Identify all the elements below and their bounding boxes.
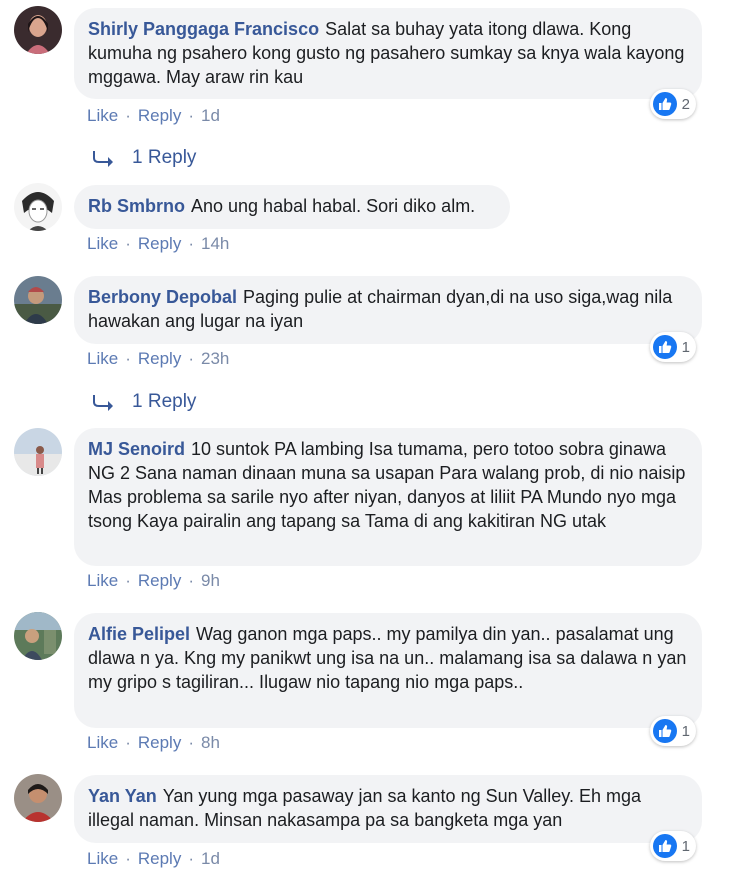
separator: · — [125, 571, 131, 590]
comment-author[interactable]: Berbony Depobal — [88, 287, 237, 307]
comment-bubble: Rb Smbrno Ano ung habal habal. Sori diko … — [74, 185, 510, 229]
separator: · — [125, 234, 131, 253]
separator: · — [188, 106, 194, 125]
thumbs-up-icon — [653, 834, 677, 858]
separator: · — [125, 733, 131, 752]
thumbs-up-icon — [653, 335, 677, 359]
view-replies-label[interactable]: 1 Reply — [132, 389, 196, 415]
reply-button[interactable]: Reply — [138, 234, 181, 253]
like-button[interactable]: Like — [87, 106, 118, 125]
separator: · — [125, 849, 131, 868]
view-replies-link[interactable]: 1 Reply — [92, 145, 196, 171]
comment-text: Ano ung habal habal. Sori diko alm. — [191, 196, 476, 216]
timestamp[interactable]: 14h — [201, 234, 229, 253]
comment-author[interactable]: Yan Yan — [88, 786, 157, 806]
like-button[interactable]: Like — [87, 571, 118, 590]
reaction-number: 1 — [681, 722, 690, 740]
timestamp[interactable]: 1d — [201, 849, 220, 868]
reaction-count[interactable]: 1 — [650, 831, 696, 861]
avatar[interactable] — [14, 428, 62, 476]
avatar[interactable] — [14, 612, 62, 660]
reply-button[interactable]: Reply — [138, 849, 181, 868]
comment-bubble: Berbony Depobal Paging pulie at chairman … — [74, 276, 702, 344]
thumbs-up-icon — [653, 92, 677, 116]
comment-author[interactable]: Shirly Panggaga Francisco — [88, 19, 319, 39]
reply-arrow-icon — [93, 395, 113, 411]
separator: · — [188, 571, 194, 590]
reply-button[interactable]: Reply — [138, 349, 181, 368]
comment-bubble: Yan Yan Yan yung mga pasaway jan sa kanto… — [74, 775, 702, 843]
reaction-number: 2 — [681, 95, 690, 113]
thumbs-up-icon — [653, 719, 677, 743]
reaction-count[interactable]: 2 — [650, 89, 696, 119]
reply-button[interactable]: Reply — [138, 733, 181, 752]
comment-actions: Like · Reply · 23h — [87, 348, 229, 370]
separator: · — [125, 349, 131, 368]
timestamp[interactable]: 8h — [201, 733, 220, 752]
like-button[interactable]: Like — [87, 349, 118, 368]
reply-button[interactable]: Reply — [138, 571, 181, 590]
avatar[interactable] — [14, 6, 62, 54]
separator: · — [188, 849, 194, 868]
view-replies-link[interactable]: 1 Reply — [92, 389, 196, 415]
comment-bubble: Alfie Pelipel Wag ganon mga paps.. my pam… — [74, 613, 702, 728]
separator: · — [188, 234, 194, 253]
reaction-count[interactable]: 1 — [650, 332, 696, 362]
reaction-number: 1 — [681, 338, 690, 356]
like-button[interactable]: Like — [87, 733, 118, 752]
like-button[interactable]: Like — [87, 849, 118, 868]
reaction-count[interactable]: 1 — [650, 716, 696, 746]
comment-author[interactable]: Rb Smbrno — [88, 196, 185, 216]
avatar[interactable] — [14, 774, 62, 822]
separator: · — [188, 349, 194, 368]
reply-arrow-icon — [93, 151, 113, 167]
view-replies-label[interactable]: 1 Reply — [132, 145, 196, 171]
comment-bubble: MJ Senoird 10 suntok PA lambing Isa tumam… — [74, 428, 702, 566]
timestamp[interactable]: 23h — [201, 349, 229, 368]
comment-actions: Like · Reply · 14h — [87, 233, 229, 255]
comment-text: Yan yung mga pasaway jan sa kanto ng Sun… — [88, 786, 642, 830]
separator: · — [188, 733, 194, 752]
timestamp[interactable]: 9h — [201, 571, 220, 590]
comment-author[interactable]: MJ Senoird — [88, 439, 185, 459]
like-button[interactable]: Like — [87, 234, 118, 253]
separator: · — [125, 106, 131, 125]
timestamp[interactable]: 1d — [201, 106, 220, 125]
avatar[interactable] — [14, 183, 62, 231]
comment-actions: Like · Reply · 1d — [87, 848, 220, 870]
comment-author[interactable]: Alfie Pelipel — [88, 624, 190, 644]
avatar[interactable] — [14, 276, 62, 324]
comment-bubble: Shirly Panggaga Francisco Salat sa buhay … — [74, 8, 702, 99]
comment-actions: Like · Reply · 8h — [87, 732, 220, 754]
comment-actions: Like · Reply · 9h — [87, 570, 220, 592]
reaction-number: 1 — [681, 837, 690, 855]
comment-actions: Like · Reply · 1d — [87, 105, 220, 127]
reply-button[interactable]: Reply — [138, 106, 181, 125]
